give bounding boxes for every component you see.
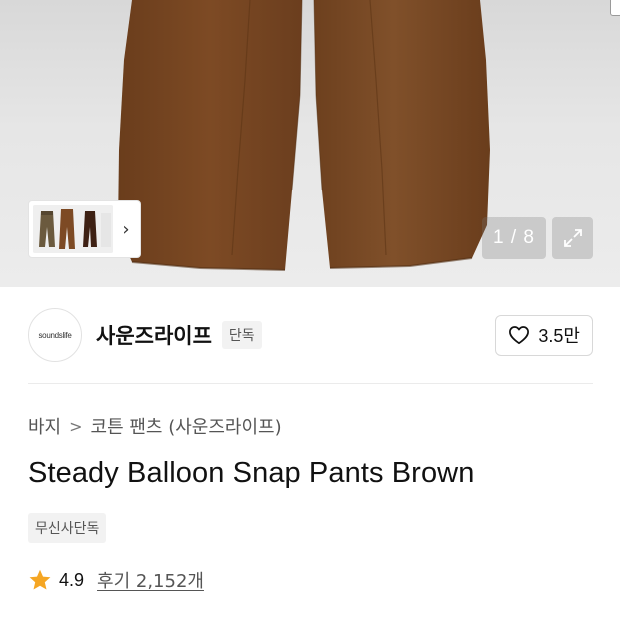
chevron-right-icon[interactable]: ›: [113, 205, 139, 253]
breadcrumb: 바지 > 코튼 팬츠 (사운즈라이프): [28, 413, 282, 439]
window-corner-box: [610, 0, 620, 16]
rating-score: 4.9: [59, 569, 85, 590]
section-divider: [28, 383, 593, 384]
expand-button[interactable]: [552, 217, 593, 259]
product-image-gallery[interactable]: › 1 / 8: [0, 0, 620, 287]
brand-logo-text: soundslife: [38, 330, 72, 340]
breadcrumb-item-subcategory[interactable]: 코튼 팬츠 (사운즈라이프): [91, 413, 282, 439]
expand-icon: [563, 229, 582, 247]
brand-logo[interactable]: soundslife: [28, 308, 82, 362]
brand-name[interactable]: 사운즈라이프: [96, 320, 212, 350]
like-count: 3.5만: [538, 326, 580, 346]
image-counter: 1 / 8: [482, 217, 546, 259]
star-icon: [29, 569, 51, 590]
exclusive-badge: 단독: [221, 321, 262, 349]
breadcrumb-separator: >: [69, 416, 83, 436]
heart-icon: [509, 326, 530, 345]
musinsa-exclusive-tag: 무신사단독: [28, 513, 107, 543]
reviews-link[interactable]: 후기 2,152개: [97, 567, 204, 593]
thumbnail-image[interactable]: [33, 205, 113, 253]
brand-row: soundslife 사운즈라이프 단독 3.5만: [28, 307, 593, 363]
breadcrumb-item-category[interactable]: 바지: [28, 413, 61, 439]
thumbnail-strip[interactable]: ›: [28, 200, 141, 258]
rating-row: 4.9 후기 2,152개: [28, 567, 204, 593]
product-title: Steady Balloon Snap Pants Brown: [28, 457, 475, 489]
like-button[interactable]: 3.5만: [495, 314, 593, 356]
